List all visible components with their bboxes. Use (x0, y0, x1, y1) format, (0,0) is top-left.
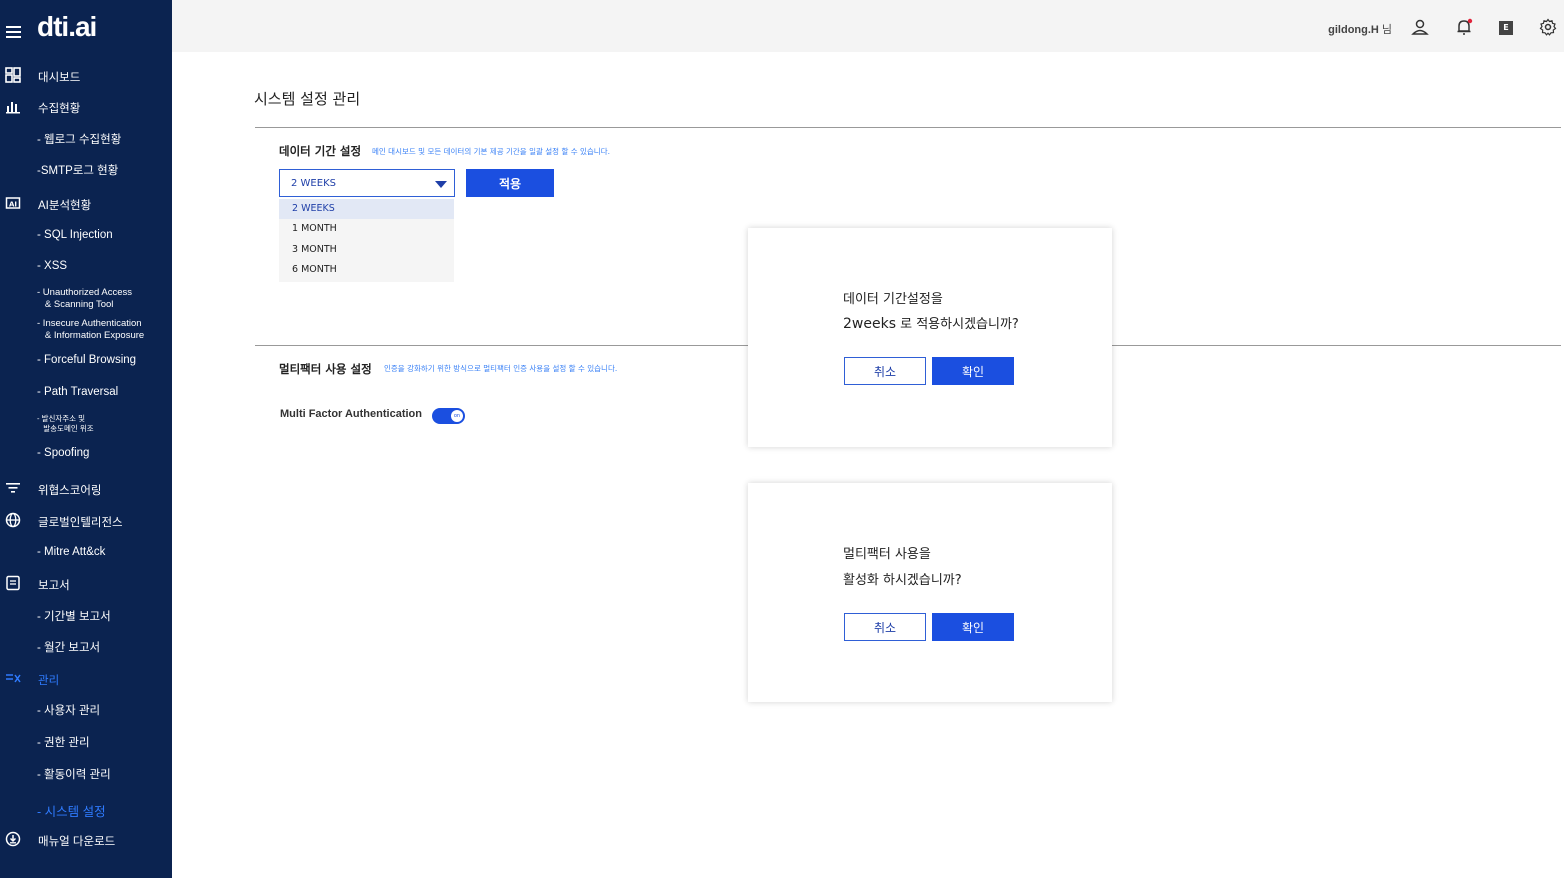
app-root: dti.ai 대시보드 수집현황 - 웹로그 수집현황 -SMTP로그 현황 A… (0, 0, 1564, 878)
sidebar-item-label: 매뉴얼 다운로드 (38, 836, 116, 848)
mfa-toggle-knob: on (451, 410, 463, 422)
sidebar-item-label: - 웹로그 수집현황 (37, 134, 122, 146)
user-name-suffix: 님 (1381, 24, 1392, 36)
period-confirm-line1: 데이터 기간설정을 (843, 292, 943, 307)
title-divider (255, 127, 1561, 128)
mfa-confirm-line2: 활성화 하시겠습니까? (843, 573, 962, 588)
report-icon (6, 575, 20, 591)
globe-icon (5, 512, 21, 528)
top-bar: gildong.H 님 E (172, 0, 1564, 52)
sidebar-item-label: - 권한 관리 (37, 737, 90, 749)
sidebar-item-label: 수집현황 (38, 103, 81, 115)
sidebar-item-label: -SMTP로그 현황 (37, 165, 119, 177)
period-select-value: 2 WEEKS (291, 178, 336, 189)
period-ok-button[interactable]: 확인 (932, 357, 1014, 385)
sidebar-item-label: - SQL Injection (37, 229, 113, 241)
sidebar-item-label: - 월간 보고서 (37, 642, 101, 654)
ai-icon: AI (5, 197, 21, 209)
mfa-description: 인증을 강화하기 위한 방식으로 멀티팩터 인증 사용을 설정 할 수 있습니다… (384, 364, 618, 373)
mfa-title: 멀티팩터 사용 설정 (279, 362, 372, 376)
sidebar-item-label: - Insecure Authentication & Information … (37, 318, 145, 341)
sidebar-item-label: - Forceful Browsing (37, 354, 137, 366)
language-badge[interactable]: E (1499, 21, 1513, 35)
bar-chart-icon (6, 102, 20, 114)
period-select[interactable]: 2 WEEKS (279, 169, 455, 197)
data-period-description: 메인 대시보드 및 모든 데이터의 기본 제공 기간을 일괄 설정 할 수 있습… (372, 147, 610, 156)
hamburger-menu-icon[interactable] (6, 26, 21, 38)
sidebar-item-label: 대시보드 (38, 72, 81, 84)
period-confirm-modal: 데이터 기간설정을 2weeks 로 적용하시겠습니까? 취소 확인 (748, 228, 1112, 447)
mfa-cancel-button[interactable]: 취소 (844, 613, 926, 641)
period-dropdown: 2 WEEKS 1 MONTH 3 MONTH 6 MONTH (279, 199, 454, 282)
period-confirm-line2: 2weeks 로 적용하시겠습니까? (843, 313, 1019, 332)
sidebar-item-label: - Spoofing (37, 447, 90, 459)
svg-text:AI: AI (9, 201, 17, 209)
sidebar-item-label: - Unauthorized Access & Scanning Tool (37, 287, 133, 310)
sidebar-item-label: 보고서 (38, 580, 70, 592)
sidebar-item-label: - 사용자 관리 (37, 705, 101, 717)
period-option[interactable]: 2 WEEKS (279, 199, 454, 219)
admin-icon (6, 674, 21, 683)
period-option[interactable]: 3 MONTH (279, 240, 454, 260)
logo: dti.ai (37, 11, 97, 42)
sidebar-item-label: - Path Traversal (37, 386, 119, 398)
mfa-ok-button[interactable]: 확인 (932, 613, 1014, 641)
sidebar-item-label: - XSS (37, 260, 68, 272)
download-icon (5, 831, 21, 847)
sidebar-item-label: - 발신자주소 및 발송도메인 위조 (37, 414, 94, 433)
sidebar-item-label: 위협스코어링 (38, 485, 102, 497)
period-option[interactable]: 6 MONTH (279, 260, 454, 280)
settings-gear-icon[interactable] (1539, 18, 1557, 36)
mfa-toggle[interactable]: on (432, 408, 465, 424)
period-confirm-value: 2weeks (843, 316, 896, 332)
period-option[interactable]: 1 MONTH (279, 219, 454, 239)
notification-bell-icon[interactable] (1455, 18, 1473, 36)
mfa-confirm-line1: 멀티팩터 사용을 (843, 547, 931, 562)
sidebar-item-label: - Mitre Att&ck (37, 546, 106, 558)
chevron-down-icon (435, 181, 447, 188)
period-cancel-button[interactable]: 취소 (844, 357, 926, 385)
sidebar-item-label: - 활동이력 관리 (37, 769, 111, 781)
mfa-label: Multi Factor Authentication (280, 408, 422, 420)
dashboard-icon (5, 67, 21, 83)
sidebar-item-label: AI분석현황 (38, 200, 92, 212)
sidebar-item-label: 관리 (38, 675, 60, 687)
user-icon[interactable] (1411, 18, 1429, 36)
filter-icon (6, 483, 20, 493)
user-name[interactable]: gildong.H 님 (1328, 21, 1392, 37)
period-confirm-line2-rest: 로 적용하시겠습니까? (896, 317, 1019, 332)
sidebar-item-label: - 시스템 설정 (37, 805, 106, 819)
apply-button[interactable]: 적용 (466, 169, 554, 197)
mfa-confirm-modal: 멀티팩터 사용을 활성화 하시겠습니까? 취소 확인 (748, 483, 1112, 702)
user-name-text: gildong.H (1328, 24, 1379, 36)
sidebar-item-label: - 기간별 보고서 (37, 611, 111, 623)
data-period-title: 데이터 기간 설정 (279, 144, 362, 158)
page-title: 시스템 설정 관리 (254, 90, 361, 108)
sidebar-item-label: 글로벌인텔리전스 (38, 517, 123, 529)
sidebar: dti.ai 대시보드 수집현황 - 웹로그 수집현황 -SMTP로그 현황 A… (0, 0, 172, 878)
